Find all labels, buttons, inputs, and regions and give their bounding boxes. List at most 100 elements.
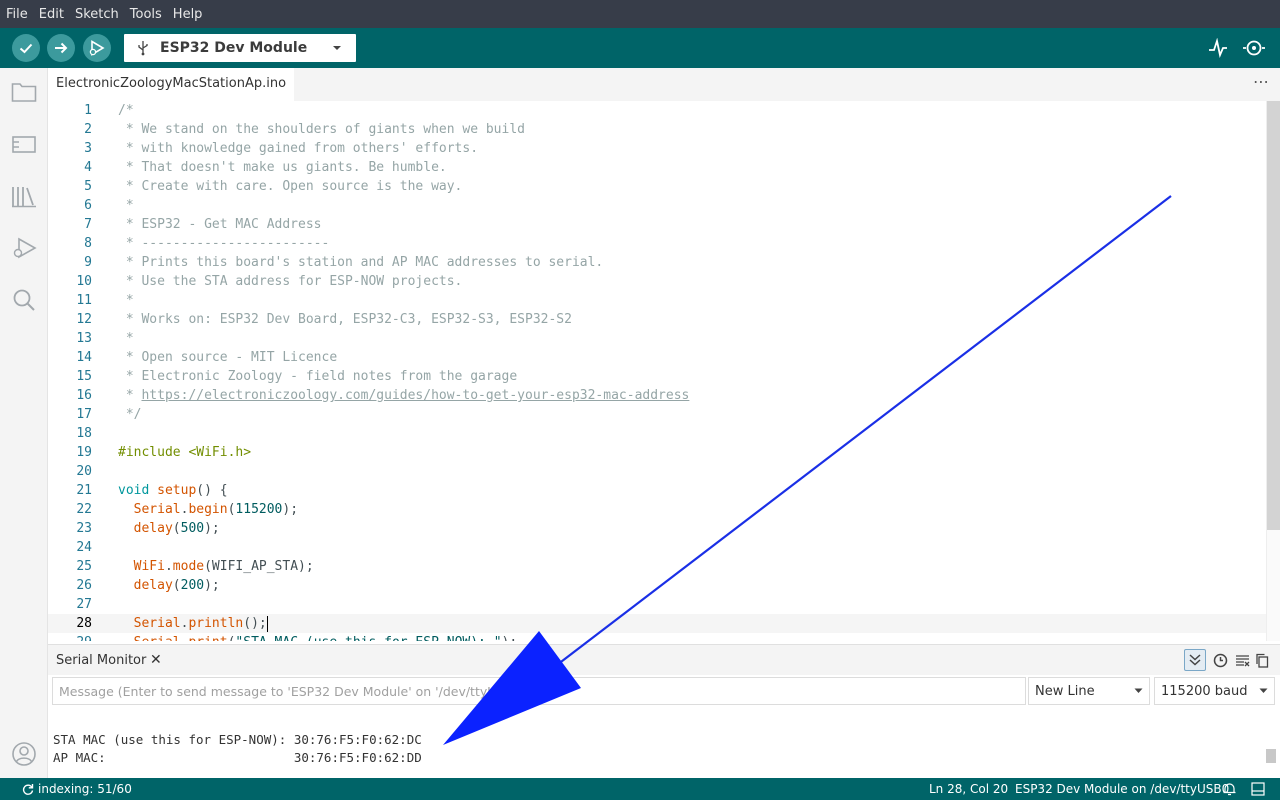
code-line[interactable]: 17 */: [48, 405, 1266, 424]
line-number: 9: [84, 255, 92, 270]
code-line[interactable]: 26 delay(200);: [48, 576, 1266, 595]
message-input[interactable]: Message (Enter to send message to 'ESP32…: [52, 677, 1026, 705]
output-panel-icon[interactable]: [1251, 782, 1265, 796]
menu-bar: File Edit Sketch Tools Help: [0, 0, 1280, 28]
line-number: 3: [84, 141, 92, 156]
library-icon: [12, 187, 36, 208]
boards-manager-button[interactable]: [10, 130, 38, 158]
account-button[interactable]: [10, 740, 38, 768]
copy-icon: [1256, 653, 1269, 668]
code-text: * We stand on the shoulders of giants wh…: [118, 122, 525, 137]
menu-tools[interactable]: Tools: [130, 7, 162, 22]
serial-monitor-panel: Serial Monitor ✕ Message (Enter to send …: [48, 644, 1280, 778]
menu-edit[interactable]: Edit: [39, 7, 64, 22]
sketchbook-button[interactable]: [10, 78, 38, 106]
code-line[interactable]: 7 * ESP32 - Get MAC Address: [48, 215, 1266, 234]
code-line[interactable]: 23 delay(500);: [48, 519, 1266, 538]
copy-output-button[interactable]: [1251, 649, 1273, 671]
usb-icon: [138, 41, 148, 56]
baud-rate-select[interactable]: 115200 baud: [1154, 677, 1275, 705]
code-line[interactable]: 11 *: [48, 291, 1266, 310]
menu-file[interactable]: File: [6, 7, 28, 22]
code-text: /*: [118, 103, 134, 118]
code-text: void setup() {: [118, 483, 228, 498]
code-text: delay(500);: [133, 521, 220, 536]
code-line[interactable]: 14 * Open source - MIT Licence: [48, 348, 1266, 367]
search-button[interactable]: [10, 286, 38, 314]
code-line[interactable]: 8 * ------------------------: [48, 234, 1266, 253]
code-line[interactable]: 19 #include <WiFi.h>: [48, 443, 1266, 462]
code-line[interactable]: 5 * Create with care. Open source is the…: [48, 177, 1266, 196]
check-icon: [19, 43, 33, 54]
line-number: 15: [76, 369, 92, 384]
sync-icon: [22, 784, 34, 795]
line-number: 13: [76, 331, 92, 346]
line-number: 28: [76, 616, 92, 631]
code-line[interactable]: 20: [48, 462, 1266, 481]
line-number: 18: [76, 426, 92, 441]
line-ending-select[interactable]: New Line: [1028, 677, 1150, 705]
code-text: * Open source - MIT Licence: [118, 350, 338, 365]
tab-sketch-file[interactable]: ElectronicZoologyMacStationAp.ino: [48, 68, 295, 101]
bell-icon[interactable]: [1223, 782, 1236, 796]
code-line[interactable]: 9 * Prints this board's station and AP M…: [48, 253, 1266, 272]
board-port-status[interactable]: ESP32 Dev Module on /dev/ttyUSB0: [1015, 782, 1229, 796]
library-manager-button[interactable]: [10, 182, 38, 210]
code-line[interactable]: 18: [48, 424, 1266, 443]
code-text: *: [118, 331, 134, 346]
autoscroll-toggle[interactable]: [1184, 649, 1206, 671]
code-text: * Prints this board's station and AP MAC…: [118, 255, 604, 270]
account-icon: [12, 742, 36, 766]
upload-button[interactable]: [47, 34, 75, 62]
line-number: 27: [76, 597, 92, 612]
code-text: *: [118, 293, 134, 308]
more-icon[interactable]: ⋯: [1253, 72, 1270, 91]
code-line[interactable]: 15 * Electronic Zoology - field notes fr…: [48, 367, 1266, 386]
serial-plotter-icon[interactable]: [1208, 38, 1228, 58]
debug-button[interactable]: [83, 34, 111, 62]
menu-sketch[interactable]: Sketch: [75, 7, 119, 22]
arrow-right-icon: [55, 42, 68, 54]
code-line[interactable]: 25 WiFi.mode(WIFI_AP_STA);: [48, 557, 1266, 576]
line-number: 1: [84, 103, 92, 118]
board-icon: [12, 136, 36, 153]
chevron-down-icon: [333, 46, 341, 50]
line-number: 11: [76, 293, 92, 308]
code-line[interactable]: 22 Serial.begin(115200);: [48, 500, 1266, 519]
serial-monitor-title: Serial Monitor: [56, 653, 147, 668]
serial-output: STA MAC (use this for ESP-NOW): 30:76:F5…: [53, 731, 422, 767]
code-line[interactable]: 28 Serial.println();: [48, 614, 1266, 633]
code-line[interactable]: 13 *: [48, 329, 1266, 348]
code-line[interactable]: 24: [48, 538, 1266, 557]
code-editor[interactable]: 1 /* 2 * We stand on the shoulders of gian…: [48, 101, 1280, 641]
code-line[interactable]: 1 /*: [48, 101, 1266, 120]
output-scrollbar[interactable]: [1266, 749, 1276, 763]
code-text: * Works on: ESP32 Dev Board, ESP32-C3, E…: [118, 312, 572, 327]
clear-output-button[interactable]: [1231, 649, 1253, 671]
code-line[interactable]: 10 * Use the STA address for ESP-NOW pro…: [48, 272, 1266, 291]
code-line[interactable]: 4 * That doesn't make us giants. Be humb…: [48, 158, 1266, 177]
code-line[interactable]: 27: [48, 595, 1266, 614]
debug-panel-button[interactable]: [10, 234, 38, 262]
code-line[interactable]: 6 *: [48, 196, 1266, 215]
timestamp-toggle[interactable]: [1209, 649, 1231, 671]
code-text: * ------------------------: [118, 236, 330, 251]
editor-scrollbar[interactable]: [1266, 101, 1280, 641]
verify-button[interactable]: [12, 34, 40, 62]
line-number: 24: [76, 540, 92, 555]
scrollbar-thumb[interactable]: [1267, 101, 1280, 530]
line-number: 4: [84, 160, 92, 175]
code-line[interactable]: 12 * Works on: ESP32 Dev Board, ESP32-C3…: [48, 310, 1266, 329]
code-line[interactable]: 3 * with knowledge gained from others' e…: [48, 139, 1266, 158]
cursor-position[interactable]: Ln 28, Col 20: [929, 782, 1008, 796]
menu-help[interactable]: Help: [173, 7, 203, 22]
close-icon[interactable]: ✕: [150, 652, 162, 668]
code-text: Serial.print("STA MAC (use this for ESP-…: [118, 633, 518, 641]
code-line[interactable]: 16 * https://electroniczoology.com/guide…: [48, 386, 1266, 405]
board-selector[interactable]: ESP32 Dev Module: [124, 34, 356, 62]
serial-monitor-icon[interactable]: [1242, 38, 1268, 58]
code-line[interactable]: 2 * We stand on the shoulders of giants …: [48, 120, 1266, 139]
code-line[interactable]: 21 void setup() {: [48, 481, 1266, 500]
code-text: delay(200);: [133, 578, 220, 593]
code-line[interactable]: 29 Serial.print("STA MAC (use this for E…: [48, 633, 1266, 641]
